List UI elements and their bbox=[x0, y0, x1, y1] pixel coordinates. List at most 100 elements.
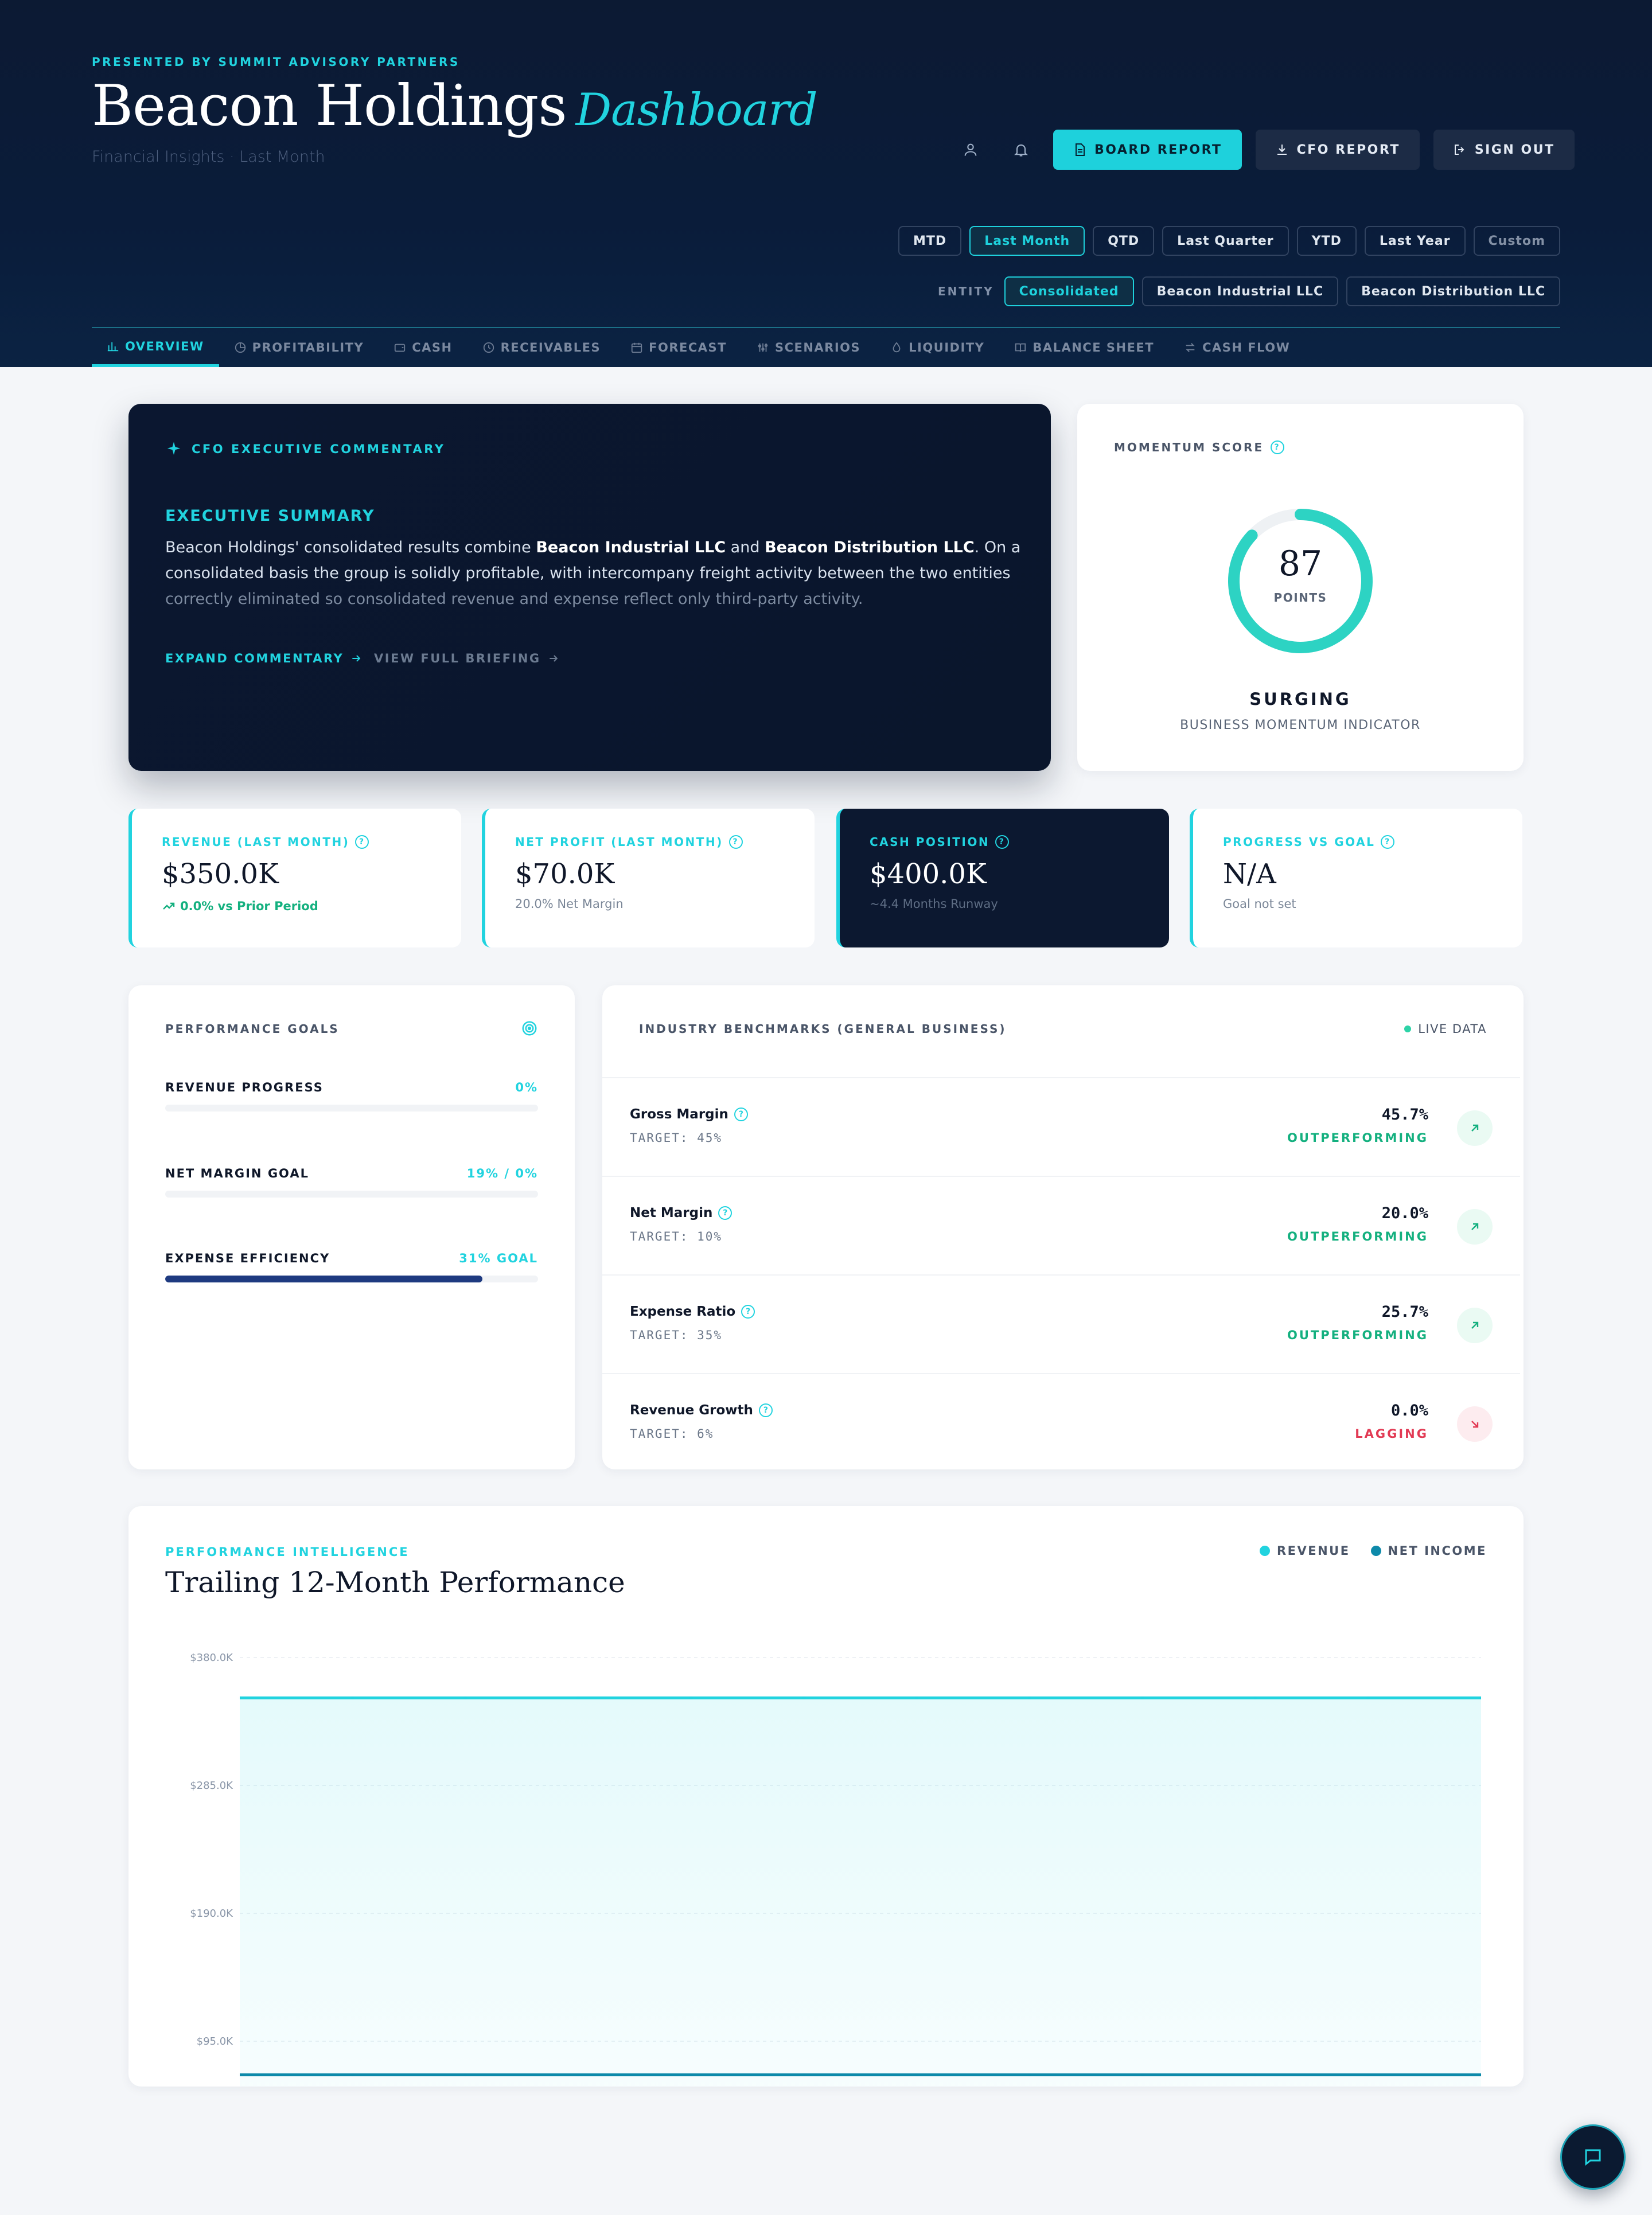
pie-chart-icon bbox=[235, 342, 246, 353]
kpi-value: $350.0K bbox=[162, 858, 279, 890]
help-icon[interactable]: ? bbox=[728, 835, 743, 849]
cfo-commentary-card: CFO EXECUTIVE COMMENTARY EXECUTIVE SUMMA… bbox=[128, 404, 1051, 771]
benchmark-value: 0.0% bbox=[1390, 1402, 1428, 1420]
benchmark-row: Gross Margin? TARGET: 45% 45.7% OUTPERFORMI… bbox=[602, 1077, 1520, 1176]
benchmarks-label: INDUSTRY BENCHMARKS (GENERAL BUSINESS) bbox=[639, 1022, 1007, 1036]
commentary-label: CFO EXECUTIVE COMMENTARY bbox=[192, 442, 446, 456]
benchmark-status: OUTPERFORMING bbox=[1287, 1131, 1428, 1145]
kpi-label-text: CASH POSITION bbox=[870, 835, 990, 849]
sparkle-icon bbox=[167, 442, 181, 455]
goal-progress-fill bbox=[165, 1276, 482, 1282]
period-option[interactable]: Last Quarter bbox=[1162, 226, 1289, 256]
performance-goals-card: PERFORMANCE GOALS REVENUE PROGRESS 0% NET … bbox=[128, 985, 575, 1469]
revenue-point bbox=[802, 1696, 806, 1699]
goals-label: PERFORMANCE GOALS bbox=[165, 1022, 340, 1036]
kpi-label: PROGRESS VS GOAL? bbox=[1223, 835, 1522, 849]
entity-option[interactable]: Beacon Industrial LLC bbox=[1141, 276, 1339, 306]
revenue-point bbox=[463, 1696, 467, 1699]
goal-row: REVENUE PROGRESS 0% bbox=[165, 1081, 538, 1112]
sign-out-button[interactable]: SIGN OUT bbox=[1433, 130, 1575, 170]
benchmark-name-text: Gross Margin bbox=[630, 1107, 728, 1122]
tab-forecast[interactable]: FORECAST bbox=[615, 328, 742, 367]
kpi-label-text: NET PROFIT (LAST MONTH) bbox=[515, 835, 723, 849]
period-option[interactable]: YTD bbox=[1296, 226, 1357, 256]
sign-out-label: SIGN OUT bbox=[1474, 142, 1555, 157]
net-income-point bbox=[1141, 2073, 1144, 2077]
bell-icon[interactable] bbox=[1003, 131, 1039, 168]
dashboard-header: PRESENTED BY SUMMIT ADVISORY PARTNERS Be… bbox=[0, 0, 1652, 367]
tab-label: PROFITABILITY bbox=[252, 341, 364, 354]
period-option[interactable]: MTD bbox=[898, 226, 962, 256]
performance-chart: $0$95.0K$190.0K$285.0K$380.0KJul 25Aug 2… bbox=[190, 1652, 1481, 2087]
kpi-label-text: REVENUE (LAST MONTH) bbox=[162, 835, 350, 849]
tab-balance-sheet[interactable]: BALANCE SHEET bbox=[999, 328, 1169, 367]
target-icon bbox=[522, 1021, 537, 1036]
arrow-up-right-icon bbox=[1457, 1110, 1493, 1146]
y-tick-label: $95.0K bbox=[197, 2035, 234, 2048]
benchmark-target: TARGET: 45% bbox=[630, 1131, 723, 1145]
help-icon[interactable]: ? bbox=[718, 1206, 733, 1220]
summary-heading: EXECUTIVE SUMMARY bbox=[165, 507, 375, 525]
help-icon[interactable]: ? bbox=[355, 835, 369, 849]
revenue-point bbox=[915, 1696, 918, 1699]
entity-option[interactable]: Beacon Distribution LLC bbox=[1346, 276, 1560, 306]
tab-overview[interactable]: OVERVIEW bbox=[92, 328, 219, 367]
period-option[interactable]: Last Year bbox=[1364, 226, 1466, 256]
tab-profitability[interactable]: PROFITABILITY bbox=[219, 328, 379, 367]
arrow-up-right-icon bbox=[1457, 1308, 1493, 1343]
kpi-value: $400.0K bbox=[870, 858, 987, 890]
momentum-label-text: MOMENTUM SCORE bbox=[1114, 440, 1264, 454]
book-icon bbox=[1015, 343, 1026, 352]
tab-cash-flow[interactable]: CASH FLOW bbox=[1169, 328, 1305, 367]
tab-label: CASH FLOW bbox=[1202, 341, 1291, 354]
live-data-indicator: LIVE DATA bbox=[1404, 1022, 1487, 1036]
kpi-sub-text: 0.0% vs Prior Period bbox=[180, 899, 318, 913]
expand-commentary-link[interactable]: EXPAND COMMENTARY bbox=[165, 652, 362, 665]
help-icon[interactable]: ? bbox=[1271, 440, 1285, 454]
help-icon[interactable]: ? bbox=[758, 1403, 773, 1417]
period-option[interactable]: Last Month bbox=[969, 226, 1085, 256]
tab-cash[interactable]: CASH bbox=[379, 328, 467, 367]
net-income-point bbox=[915, 2073, 918, 2077]
user-icon[interactable] bbox=[952, 131, 989, 168]
trend-up-icon bbox=[163, 902, 175, 910]
revenue-point bbox=[576, 1696, 580, 1699]
summary-text-faded: correctly eliminated so consolidated rev… bbox=[165, 590, 863, 608]
board-report-button[interactable]: BOARD REPORT bbox=[1053, 130, 1242, 170]
benchmark-value: 45.7% bbox=[1381, 1106, 1428, 1124]
entity-label: ENTITY bbox=[937, 284, 994, 298]
view-briefing-link[interactable]: VIEW FULL BRIEFING bbox=[374, 652, 559, 665]
tab-liquidity[interactable]: LIQUIDITY bbox=[875, 328, 999, 367]
nav-tabs: OVERVIEW PROFITABILITY CASH RECEIVABLES FORE… bbox=[92, 327, 1560, 367]
goal-progress-track bbox=[165, 1276, 538, 1282]
bar-chart-icon bbox=[107, 342, 119, 351]
net-income-point bbox=[802, 2073, 806, 2077]
droplet-icon bbox=[893, 342, 901, 353]
kpi-card: REVENUE (LAST MONTH)? $350.0K 0.0% vs Prio… bbox=[128, 809, 461, 947]
help-icon[interactable]: ? bbox=[1381, 835, 1395, 849]
chat-button[interactable] bbox=[1560, 2124, 1626, 2190]
benchmark-value: 20.0% bbox=[1381, 1204, 1428, 1222]
kpi-card: PROGRESS VS GOAL? N/A Goal not set bbox=[1190, 809, 1522, 947]
summary-text: Beacon Holdings' consolidated results co… bbox=[165, 535, 1026, 612]
tab-receivables[interactable]: RECEIVABLES bbox=[467, 328, 616, 367]
period-option[interactable]: QTD bbox=[1093, 226, 1155, 256]
help-icon[interactable]: ? bbox=[734, 1108, 748, 1121]
entity-option[interactable]: Consolidated bbox=[1004, 276, 1134, 306]
summary-text-part: and bbox=[726, 539, 765, 556]
arrows-icon bbox=[1186, 343, 1195, 352]
board-report-label: BOARD REPORT bbox=[1094, 142, 1222, 157]
industry-benchmarks-card: INDUSTRY BENCHMARKS (GENERAL BUSINESS) L… bbox=[602, 985, 1524, 1469]
help-icon[interactable]: ? bbox=[995, 835, 1010, 849]
view-briefing-label: VIEW FULL BRIEFING bbox=[374, 652, 541, 665]
kpi-label: NET PROFIT (LAST MONTH)? bbox=[515, 835, 815, 849]
help-icon[interactable]: ? bbox=[741, 1305, 755, 1319]
cfo-report-button[interactable]: CFO REPORT bbox=[1255, 130, 1420, 170]
download-icon bbox=[1277, 145, 1287, 155]
kpi-label-text: PROGRESS VS GOAL bbox=[1223, 835, 1376, 849]
sliders-icon bbox=[758, 343, 768, 352]
tab-scenarios[interactable]: SCENARIOS bbox=[742, 328, 875, 367]
kpi-label: REVENUE (LAST MONTH)? bbox=[162, 835, 461, 849]
period-option[interactable]: Custom bbox=[1473, 226, 1560, 256]
benchmark-status: OUTPERFORMING bbox=[1287, 1230, 1428, 1243]
